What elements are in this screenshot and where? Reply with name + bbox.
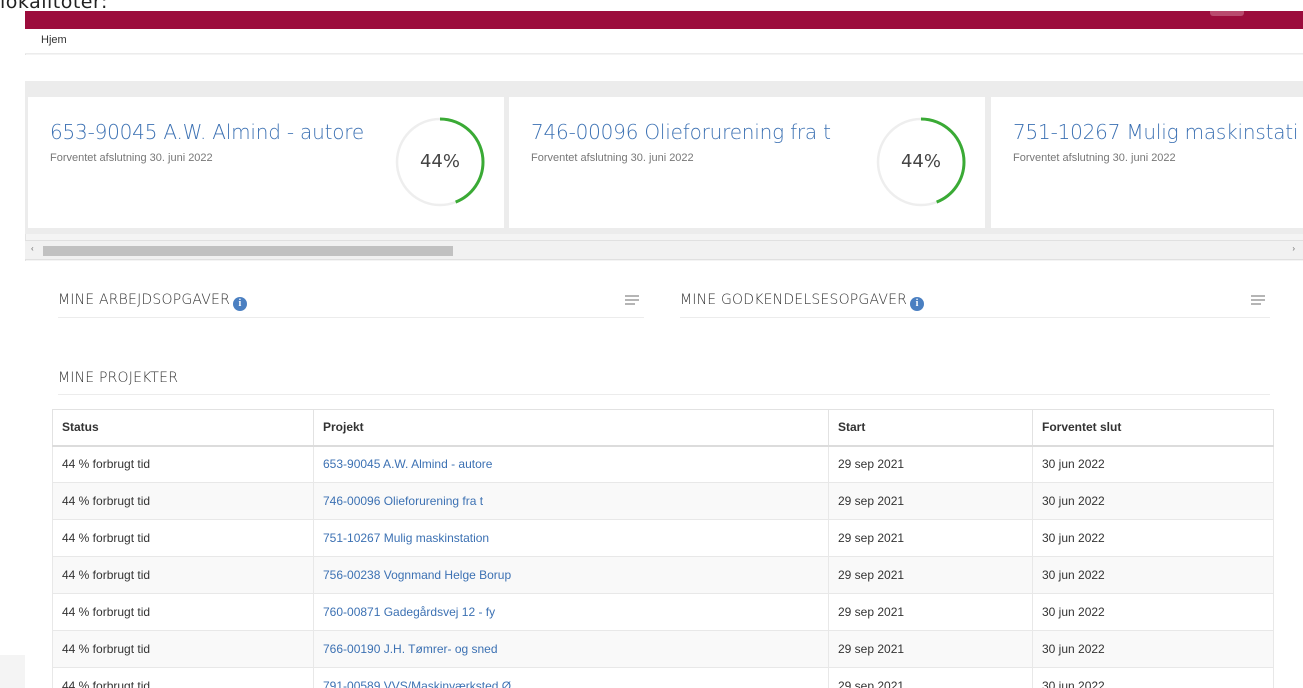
project-card[interactable]: 751-10267 Mulig maskinstati Forventet af…	[991, 97, 1303, 228]
cards-horizontal-scrollbar[interactable]: ‹ ›	[25, 240, 1303, 260]
project-link[interactable]: 791-00589 VVS/Maskinværksted Ø	[313, 667, 829, 688]
end-date-cell: 30 jun 2022	[1032, 593, 1274, 631]
work-tasks-label: MINE ARBEJDSOPGAVER	[58, 292, 231, 308]
project-link[interactable]: 766-00190 J.H. Tømrer- og sned	[313, 630, 829, 668]
table-row: 44 % forbrugt tid 653-90045 A.W. Almind …	[52, 445, 1274, 483]
end-date-cell: 30 jun 2022	[1032, 445, 1274, 483]
start-date-cell: 29 sep 2021	[828, 445, 1033, 483]
start-date-cell: 29 sep 2021	[828, 519, 1033, 557]
progress-percent: 44%	[900, 151, 941, 172]
project-card-expected-end: Forventet afslutning 30. juni 2022	[531, 152, 694, 164]
table-header-row: Status Projekt Start Forventet slut	[52, 409, 1274, 447]
status-cell: 44 % forbrugt tid	[52, 445, 314, 483]
info-icon[interactable]: i	[233, 297, 248, 311]
projects-title: MINE PROJEKTER	[58, 370, 179, 386]
project-card[interactable]: 653-90045 A.W. Almind - autore Forventet…	[28, 97, 504, 228]
end-date-cell: 30 jun 2022	[1032, 482, 1274, 520]
end-date-cell: 30 jun 2022	[1032, 667, 1274, 688]
work-tasks-title: MINE ARBEJDSOPGAVER i	[58, 292, 248, 311]
project-card-title[interactable]: 751-10267 Mulig maskinstati	[1013, 120, 1298, 144]
table-row: 44 % forbrugt tid 791-00589 VVS/Maskinvæ…	[52, 667, 1274, 688]
project-card-title[interactable]: 653-90045 A.W. Almind - autore	[50, 120, 364, 144]
divider	[58, 317, 644, 318]
scroll-left-arrow-icon[interactable]: ‹	[31, 244, 34, 253]
page-separator-strip	[25, 81, 1303, 97]
start-date-cell: 29 sep 2021	[828, 556, 1033, 594]
project-link[interactable]: 746-00096 Olieforurening fra t	[313, 482, 829, 520]
project-link[interactable]: 760-00871 Gadegårdsvej 12 - fy	[313, 593, 829, 631]
column-header-project[interactable]: Projekt	[313, 409, 829, 447]
approval-tasks-menu-icon[interactable]	[1251, 295, 1265, 305]
info-icon[interactable]: i	[910, 297, 925, 311]
divider	[58, 394, 1270, 395]
brand-header-bar	[25, 11, 1303, 29]
progress-percent: 44%	[419, 151, 460, 172]
end-date-cell: 30 jun 2022	[1032, 556, 1274, 594]
status-cell: 44 % forbrugt tid	[52, 519, 314, 557]
status-cell: 44 % forbrugt tid	[52, 667, 314, 688]
project-card-expected-end: Forventet afslutning 30. juni 2022	[1013, 152, 1176, 164]
end-date-cell: 30 jun 2022	[1032, 519, 1274, 557]
left-gutter	[0, 655, 25, 688]
start-date-cell: 29 sep 2021	[828, 482, 1033, 520]
project-card[interactable]: 746-00096 Olieforurening fra t Forventet…	[509, 97, 985, 228]
start-date-cell: 29 sep 2021	[828, 630, 1033, 668]
project-link[interactable]: 756-00238 Vognmand Helge Borup	[313, 556, 829, 594]
breadcrumb-home-link[interactable]: Hjem	[41, 34, 67, 46]
table-row: 44 % forbrugt tid 751-10267 Mulig maskin…	[52, 519, 1274, 557]
breadcrumb: Hjem	[25, 29, 1303, 54]
dashboard-main: MINE ARBEJDSOPGAVER i MINE GODKENDELSESOP…	[25, 261, 1303, 688]
table-row: 44 % forbrugt tid 756-00238 Vognmand Hel…	[52, 556, 1274, 594]
projects-table: Status Projekt Start Forventet slut 44 %…	[52, 409, 1274, 688]
status-cell: 44 % forbrugt tid	[52, 593, 314, 631]
start-date-cell: 29 sep 2021	[828, 593, 1033, 631]
column-header-start[interactable]: Start	[828, 409, 1033, 447]
status-cell: 44 % forbrugt tid	[52, 482, 314, 520]
column-header-status[interactable]: Status	[52, 409, 314, 447]
table-row: 44 % forbrugt tid 760-00871 Gadegårdsvej…	[52, 593, 1274, 631]
project-card-title[interactable]: 746-00096 Olieforurening fra t	[531, 120, 831, 144]
project-cards-carousel: 653-90045 A.W. Almind - autore Forventet…	[25, 97, 1303, 234]
scroll-right-arrow-icon[interactable]: ›	[1292, 244, 1295, 253]
header-user-button[interactable]	[1210, 11, 1244, 16]
work-tasks-menu-icon[interactable]	[625, 295, 639, 305]
scrollbar-thumb[interactable]	[43, 246, 453, 256]
divider	[680, 317, 1270, 318]
project-link[interactable]: 653-90045 A.W. Almind - autore	[313, 445, 829, 483]
table-row: 44 % forbrugt tid 746-00096 Olieforureni…	[52, 482, 1274, 520]
start-date-cell: 29 sep 2021	[828, 667, 1033, 688]
page-header-strip	[25, 55, 1303, 81]
approval-tasks-title: MINE GODKENDELSESOPGAVER i	[680, 292, 925, 311]
end-date-cell: 30 jun 2022	[1032, 630, 1274, 668]
status-cell: 44 % forbrugt tid	[52, 630, 314, 668]
project-link[interactable]: 751-10267 Mulig maskinstation	[313, 519, 829, 557]
table-row: 44 % forbrugt tid 766-00190 J.H. Tømrer-…	[52, 630, 1274, 668]
project-card-expected-end: Forventet afslutning 30. juni 2022	[50, 152, 213, 164]
approval-tasks-label: MINE GODKENDELSESOPGAVER	[680, 292, 908, 308]
status-cell: 44 % forbrugt tid	[52, 556, 314, 594]
column-header-expected-end[interactable]: Forventet slut	[1032, 409, 1274, 447]
